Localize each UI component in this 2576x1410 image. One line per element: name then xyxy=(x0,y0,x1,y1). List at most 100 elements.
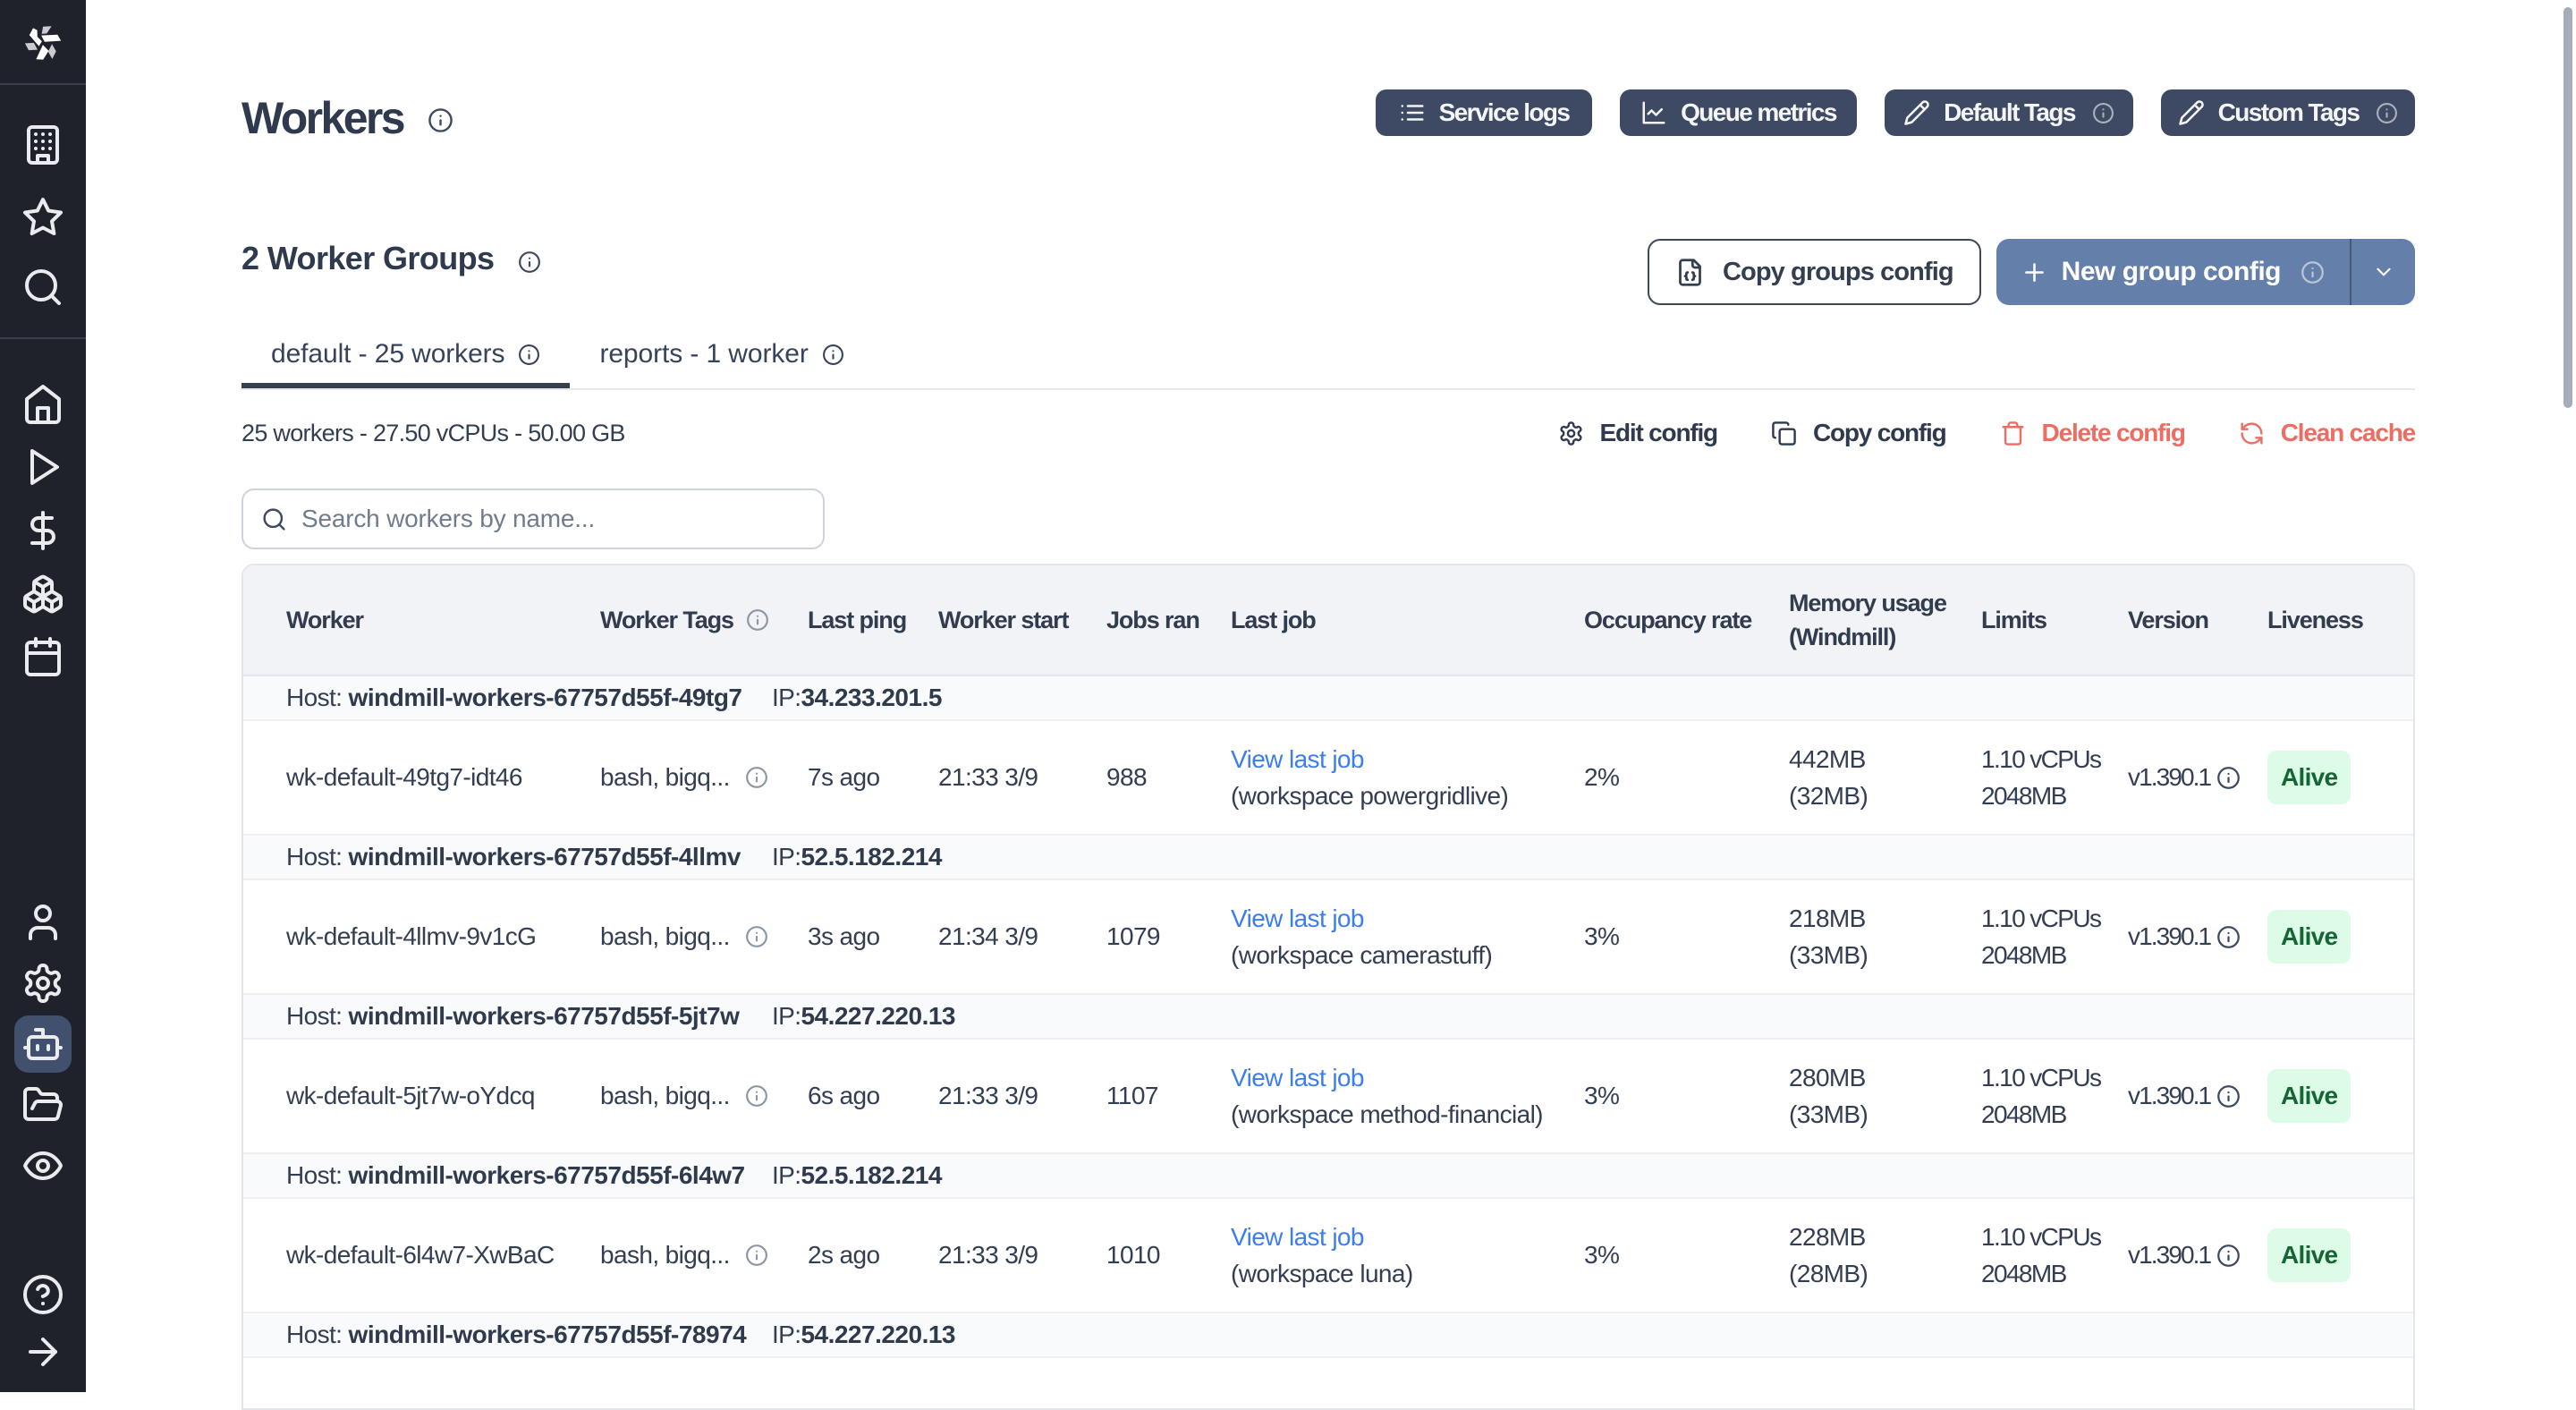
copy-icon xyxy=(1771,420,1797,446)
host-ip: IP:54.227.220.13 xyxy=(772,1002,955,1031)
memory-usage: 280MB(33MB) xyxy=(1789,1059,1981,1133)
new-group-config-button[interactable]: New group config xyxy=(1996,239,2350,305)
sidebar-item-audit-logs[interactable] xyxy=(21,1144,64,1187)
tags-text: bash, bigq... xyxy=(600,763,730,792)
column-info-icon[interactable] xyxy=(746,608,769,632)
list-icon xyxy=(1399,99,1426,126)
sidebar-item-favorites[interactable] xyxy=(21,196,64,239)
host-ip: IP:54.227.220.13 xyxy=(772,1321,955,1349)
sidebar-item-workers[interactable] xyxy=(21,1023,64,1066)
plus-icon xyxy=(2021,259,2048,286)
robot-icon xyxy=(21,1023,64,1066)
sidebar-item-expand[interactable] xyxy=(21,1330,64,1373)
version-info-icon[interactable] xyxy=(2216,1244,2241,1268)
sidebar-item-schedules[interactable] xyxy=(21,635,64,678)
sidebar-item-users[interactable] xyxy=(21,901,64,944)
search-input-icon xyxy=(261,506,287,532)
tags-info-icon[interactable] xyxy=(745,1244,768,1267)
groups-info-icon[interactable] xyxy=(518,251,541,274)
sidebar-item-settings[interactable] xyxy=(21,962,64,1005)
tags-info-icon[interactable] xyxy=(745,1084,768,1108)
host-label: Host: xyxy=(286,1321,342,1348)
sidebar-divider xyxy=(0,337,86,339)
sidebar-item-variables[interactable] xyxy=(21,509,64,552)
view-last-job-link[interactable]: View last job xyxy=(1231,745,1364,773)
view-last-job-link[interactable]: View last job xyxy=(1231,1223,1364,1251)
info-icon xyxy=(2092,102,2114,124)
copy-config-button[interactable]: Copy config xyxy=(1771,419,1946,447)
tags-info-icon[interactable] xyxy=(745,766,768,789)
ip-value: 52.5.182.214 xyxy=(801,843,942,871)
worker-start: 21:33 3/9 xyxy=(938,1241,1106,1270)
host-name: windmill-workers-67757d55f-5jt7w xyxy=(349,1002,740,1030)
home-icon xyxy=(21,383,64,426)
edit-config-button[interactable]: Edit config xyxy=(1558,419,1717,447)
host-name: windmill-workers-67757d55f-78974 xyxy=(349,1321,747,1348)
sidebar-item-resources[interactable] xyxy=(21,573,64,616)
worker-search[interactable] xyxy=(242,488,825,549)
refresh-ccw-icon xyxy=(2239,420,2265,446)
group-stats-text: 25 workers - 27.50 vCPUs - 50.00 GB xyxy=(242,420,625,447)
view-last-job-link[interactable]: View last job xyxy=(1231,1064,1364,1091)
version-text: v1.390.1 xyxy=(2128,1241,2210,1270)
title-info-icon[interactable] xyxy=(428,107,453,133)
version-info-icon[interactable] xyxy=(2216,766,2241,790)
view-last-job-link[interactable]: View last job xyxy=(1231,905,1364,932)
button-label: Copy groups config xyxy=(1723,258,1953,287)
main-content: Workers Service logs Queue metrics Default… xyxy=(86,0,2576,1392)
action-label: Copy config xyxy=(1813,419,1946,447)
host-row: Host: windmill-workers-67757d55f-78974 I… xyxy=(243,1313,2413,1358)
liveness-badge: Alive xyxy=(2267,910,2351,964)
workspace-label: (workspace powergridlive) xyxy=(1231,782,1508,810)
sidebar-item-runs[interactable] xyxy=(21,446,64,488)
action-label: Edit config xyxy=(1600,419,1717,447)
clean-cache-button[interactable]: Clean cache xyxy=(2239,419,2415,447)
memory-usage: 218MB(33MB) xyxy=(1789,900,1981,973)
windmill-logo[interactable] xyxy=(14,13,72,70)
gear-icon xyxy=(21,962,64,1005)
workspace-label: (workspace camerastuff) xyxy=(1231,941,1492,969)
host-row: Host: windmill-workers-67757d55f-6l4w7 I… xyxy=(243,1154,2413,1199)
new-group-info-icon xyxy=(2301,260,2325,285)
button-label: Queue metrics xyxy=(1681,98,1836,127)
page-scrollbar-thumb[interactable] xyxy=(2563,7,2572,408)
sidebar-item-home[interactable] xyxy=(21,383,64,426)
version-info-icon[interactable] xyxy=(2216,925,2241,949)
tab-default[interactable]: default - 25 workers xyxy=(242,329,570,388)
custom-tags-button[interactable]: Custom Tags xyxy=(2161,89,2415,136)
host-label: Host: xyxy=(286,1161,342,1189)
page-title: Workers xyxy=(242,95,403,141)
host-name: windmill-workers-67757d55f-4llmv xyxy=(349,843,741,871)
delete-config-button[interactable]: Delete config xyxy=(2000,419,2185,447)
service-logs-button[interactable]: Service logs xyxy=(1376,89,1592,136)
worker-search-input[interactable] xyxy=(300,504,805,534)
column-header-limits: Limits xyxy=(1981,603,2128,637)
workers-table-body: Host: windmill-workers-67757d55f-49tg7 I… xyxy=(243,676,2413,1394)
new-group-config-caret-button[interactable] xyxy=(2350,239,2415,305)
chevron-down-icon xyxy=(2372,260,2395,284)
tab-reports[interactable]: reports - 1 worker xyxy=(570,329,873,388)
sidebar-item-search[interactable] xyxy=(21,266,64,309)
default-tags-button[interactable]: Default Tags xyxy=(1885,89,2133,136)
sidebar-item-folders[interactable] xyxy=(21,1083,64,1126)
version: v1.390.1 xyxy=(2128,763,2267,792)
version-info-icon[interactable] xyxy=(2216,1084,2241,1108)
file-json-icon xyxy=(1675,258,1705,287)
tags-info-icon[interactable] xyxy=(745,925,768,948)
column-header-liveness: Liveness xyxy=(2267,603,2411,637)
sidebar-divider xyxy=(0,83,86,85)
tags-text: bash, bigq... xyxy=(600,922,730,951)
column-header-occupancy-rate: Occupancy rate xyxy=(1584,603,1789,637)
copy-groups-config-button[interactable]: Copy groups config xyxy=(1648,239,1981,305)
sidebar-item-workspace[interactable] xyxy=(21,123,64,166)
host-label: Host: xyxy=(286,843,342,871)
column-header-last-job: Last job xyxy=(1231,603,1584,637)
host-name: windmill-workers-67757d55f-49tg7 xyxy=(349,684,742,711)
trash-icon xyxy=(2000,420,2026,446)
host-ip: IP:52.5.182.214 xyxy=(772,843,942,871)
worker-row: wk-default-4llmv-9v1cG bash, bigq... 3s … xyxy=(243,880,2413,995)
worker-tags: bash, bigq... xyxy=(600,1082,808,1110)
button-label: Service logs xyxy=(1439,98,1570,127)
queue-metrics-button[interactable]: Queue metrics xyxy=(1620,89,1857,136)
sidebar-item-help[interactable] xyxy=(21,1273,64,1316)
